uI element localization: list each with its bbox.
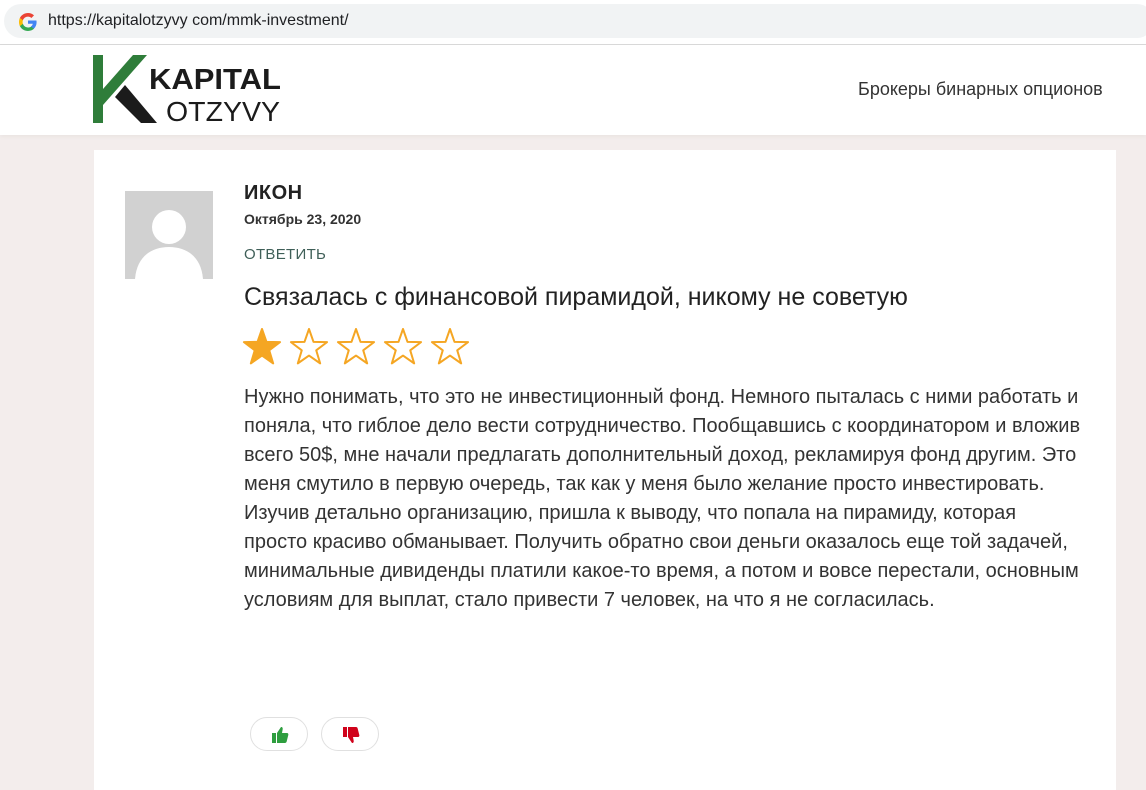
star-empty-icon bbox=[430, 328, 470, 365]
avatar bbox=[125, 191, 213, 279]
review-title: Связалась с финансовой пирамидой, никому… bbox=[244, 283, 908, 311]
star-rating bbox=[242, 328, 470, 365]
review-text: Нужно понимать, что это не инвестиционны… bbox=[244, 386, 1081, 611]
google-g-icon bbox=[19, 13, 37, 31]
url-text[interactable]: https://kapitalotzyvy com/mmk-investment… bbox=[48, 12, 349, 30]
star-empty-icon bbox=[383, 328, 423, 365]
reply-link[interactable]: ОТВЕТИТЬ bbox=[244, 246, 326, 263]
review-card: ИКОН Октябрь 23, 2020 ОТВЕТИТЬ Связалась… bbox=[94, 150, 1116, 790]
user-silhouette-icon bbox=[135, 210, 203, 279]
nav-binary-options-brokers[interactable]: Брокеры бинарных опционов bbox=[858, 79, 1103, 100]
address-bar[interactable]: https://kapitalotzyvy com/mmk-investment… bbox=[4, 4, 1146, 38]
site-logo[interactable]: KAPITAL OTZYVY bbox=[93, 55, 293, 125]
browser-toolbar: https://kapitalotzyvy com/mmk-investment… bbox=[0, 0, 1146, 45]
star-filled-icon bbox=[242, 328, 282, 365]
star-empty-icon bbox=[289, 328, 329, 365]
site-header: KAPITAL OTZYVY Брокеры бинарных опционов bbox=[0, 45, 1146, 135]
logo-text-kapital: KAPITAL bbox=[149, 64, 281, 96]
comment-author: ИКОН bbox=[244, 182, 303, 204]
thumbs-down-icon bbox=[343, 727, 360, 743]
dislike-button[interactable] bbox=[321, 717, 379, 751]
like-button[interactable] bbox=[250, 717, 308, 751]
logo-text-otzyvy: OTZYVY bbox=[166, 96, 280, 125]
thumbs-up-icon bbox=[272, 727, 289, 743]
star-empty-icon bbox=[336, 328, 376, 365]
comment-date: Октябрь 23, 2020 bbox=[244, 211, 362, 227]
